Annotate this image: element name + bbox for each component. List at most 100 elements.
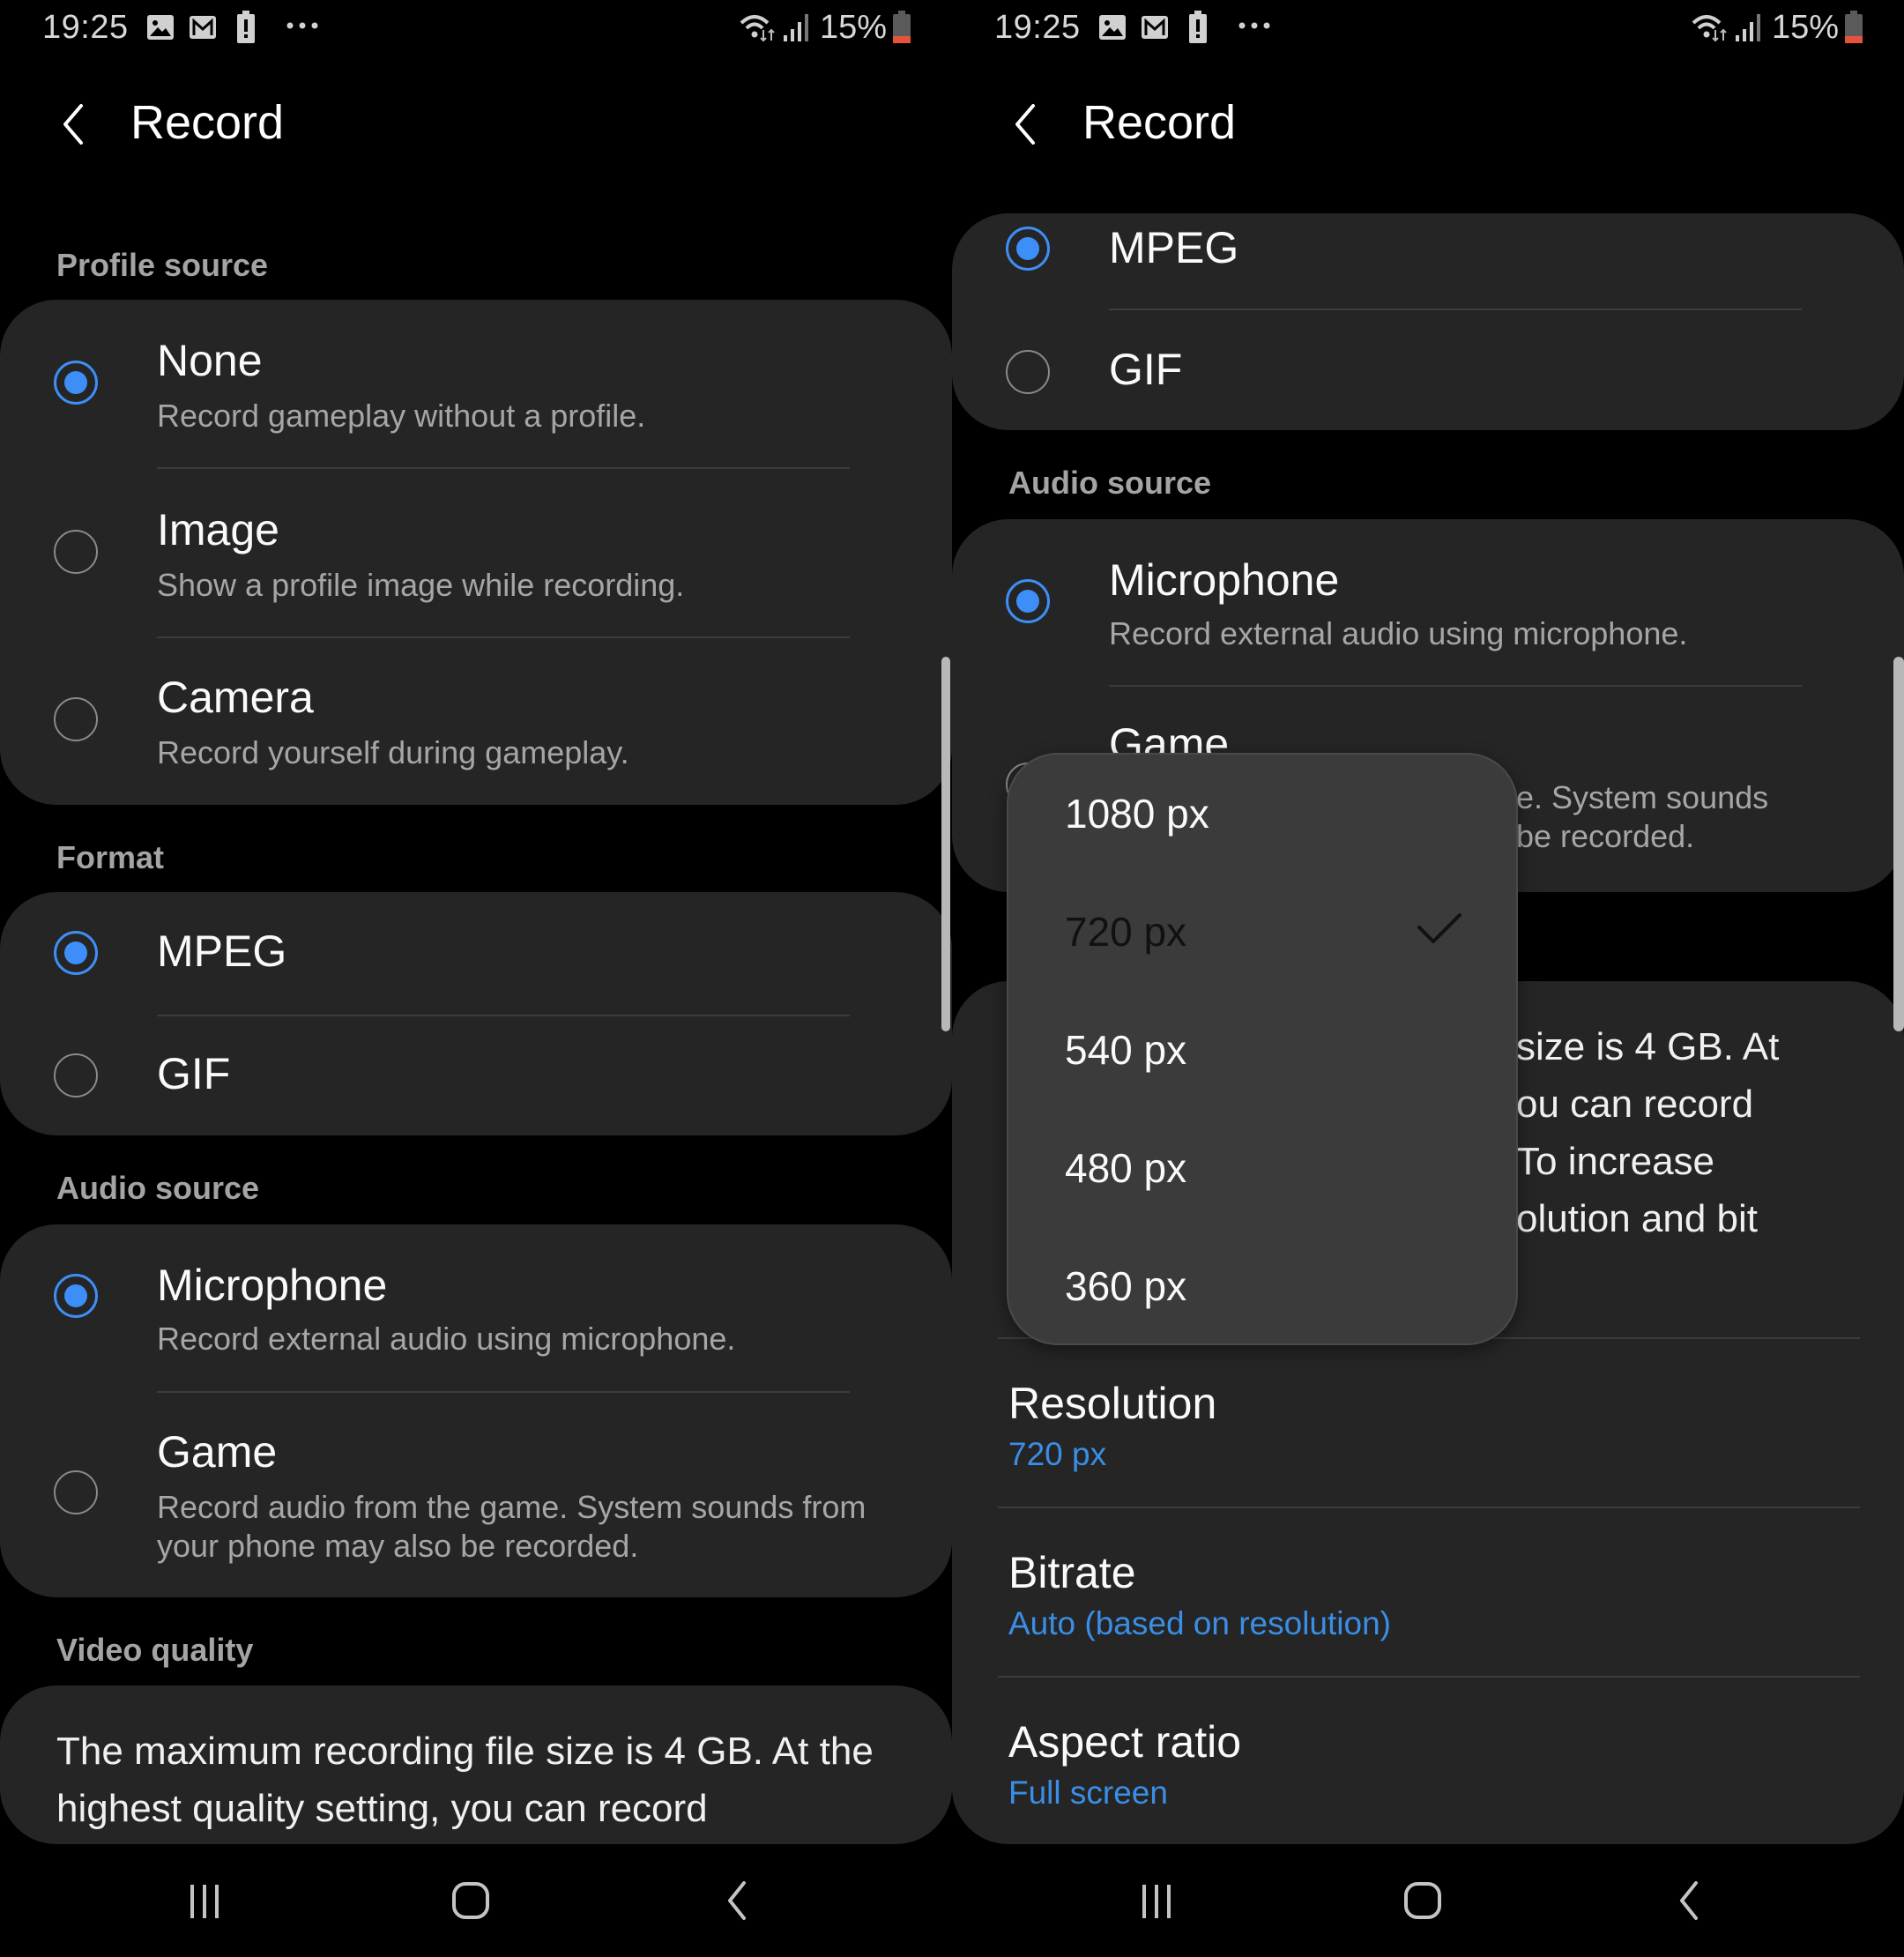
battery-percent: 15% [820, 9, 888, 46]
option-game[interactable]: Game Record audio from the game. System … [0, 1393, 952, 1597]
home-icon [1404, 1882, 1441, 1919]
wifi-icon [739, 12, 777, 42]
radio-camera[interactable] [54, 697, 98, 741]
option-description: Record audio from the game. System sound… [157, 1489, 866, 1564]
section-label-format: Format [56, 839, 165, 875]
home-button[interactable] [1387, 1879, 1458, 1932]
option-title: Camera [157, 673, 314, 722]
back-button[interactable] [55, 100, 93, 148]
dropdown-option-1080[interactable]: 1080 px [1008, 755, 1516, 873]
video-quality-info-fragment: size is 4 GB. At [1516, 1025, 1780, 1068]
left-screen: 19:25 15% Record Profile source None Rec… [0, 0, 952, 1957]
scrollbar[interactable] [941, 657, 950, 1031]
option-title: Microphone [1109, 555, 1340, 605]
recents-icon [190, 1885, 219, 1918]
right-screen: 19:25 15% Record MPEG GIF Audio source M… [952, 0, 1904, 1957]
status-bar: 19:25 15% [952, 0, 1904, 56]
home-icon [452, 1882, 489, 1919]
radio-image[interactable] [54, 530, 98, 574]
radio-microphone[interactable] [54, 1274, 98, 1318]
app-header: Record [952, 88, 1904, 159]
app-header: Record [0, 88, 952, 159]
option-gif[interactable]: GIF [0, 1016, 952, 1135]
more-notifications-icon [286, 21, 321, 48]
page-title: Record [1082, 96, 1237, 149]
option-description-fragment: e. System sounds [1516, 779, 1769, 815]
battery-icon [1844, 11, 1863, 43]
dropdown-option-label: 360 px [1065, 1263, 1187, 1309]
dropdown-option-360[interactable]: 360 px [1008, 1227, 1516, 1345]
scrollbar[interactable] [1893, 657, 1904, 1031]
option-microphone[interactable]: Microphone Record external audio using m… [0, 1224, 952, 1391]
option-description: Record gameplay without a profile. [157, 398, 646, 434]
battery-alert-icon [1188, 11, 1208, 43]
radio-gif[interactable] [54, 1053, 98, 1098]
dropdown-option-720[interactable]: 720 px [1008, 873, 1516, 991]
setting-value: Auto (based on resolution) [1008, 1605, 1391, 1641]
signal-icon [783, 12, 809, 41]
dropdown-option-540[interactable]: 540 px [1008, 991, 1516, 1109]
navigation-bar [0, 1860, 952, 1957]
radio-microphone[interactable] [1006, 579, 1050, 623]
gmail-icon [189, 14, 217, 41]
option-mpeg[interactable]: MPEG [952, 213, 1904, 309]
setting-aspect-ratio[interactable]: Aspect ratio Full screen [952, 1678, 1904, 1844]
option-title: GIF [157, 1049, 231, 1098]
chevron-left-icon [1015, 104, 1035, 145]
video-quality-card: The maximum recording file size is 4 GB.… [0, 1685, 952, 1844]
dropdown-option-label: 540 px [1065, 1027, 1187, 1073]
section-label-audio-source: Audio source [56, 1170, 260, 1206]
back-icon [728, 1881, 746, 1920]
option-microphone[interactable]: Microphone Record external audio using m… [952, 519, 1904, 685]
format-card: MPEG GIF [0, 892, 952, 1135]
radio-gif[interactable] [1006, 350, 1050, 394]
option-mpeg[interactable]: MPEG [0, 892, 952, 1015]
setting-value: 720 px [1008, 1436, 1107, 1472]
dropdown-option-label: 480 px [1065, 1145, 1187, 1191]
resolution-dropdown: 1080 px 720 px 540 px 480 px 360 px [1008, 755, 1516, 1343]
setting-title: Bitrate [1008, 1548, 1136, 1597]
option-title: MPEG [157, 926, 287, 976]
wifi-icon [1691, 12, 1729, 42]
audio-source-card: Microphone Record external audio using m… [0, 1224, 952, 1597]
back-nav-button[interactable] [703, 1879, 774, 1932]
video-quality-info-fragment: ou can record [1516, 1083, 1754, 1126]
video-quality-info-fragment: To increase [1516, 1140, 1715, 1183]
gallery-icon [1098, 14, 1127, 41]
radio-none[interactable] [54, 361, 98, 405]
recents-button[interactable] [1121, 1879, 1192, 1932]
status-time: 19:25 [42, 9, 129, 46]
radio-mpeg[interactable] [1006, 227, 1050, 271]
dropdown-option-label: 720 px [1065, 909, 1187, 955]
gmail-icon [1141, 14, 1169, 41]
setting-resolution[interactable]: Resolution 720 px [952, 1339, 1904, 1507]
status-time: 19:25 [994, 9, 1081, 46]
section-label-video-quality: Video quality [56, 1632, 254, 1668]
setting-bitrate[interactable]: Bitrate Auto (based on resolution) [952, 1508, 1904, 1676]
option-none[interactable]: None Record gameplay without a profile. [0, 300, 952, 467]
option-image[interactable]: Image Show a profile image while recordi… [0, 469, 952, 636]
option-title: None [157, 336, 263, 385]
setting-title: Aspect ratio [1008, 1717, 1242, 1767]
more-notifications-icon [1238, 21, 1273, 48]
back-icon [1680, 1881, 1698, 1920]
radio-game[interactable] [54, 1470, 98, 1514]
video-quality-info-fragment: olution and bit [1516, 1197, 1758, 1240]
option-gif[interactable]: GIF [952, 310, 1904, 430]
recents-icon [1142, 1885, 1171, 1918]
option-description: Record external audio using microphone. [157, 1321, 736, 1357]
dropdown-option-480[interactable]: 480 px [1008, 1109, 1516, 1227]
home-button[interactable] [435, 1879, 506, 1932]
option-title: Game [157, 1427, 278, 1477]
setting-title: Resolution [1008, 1379, 1217, 1428]
back-button[interactable] [1007, 100, 1045, 148]
recents-button[interactable] [169, 1879, 240, 1932]
option-camera[interactable]: Camera Record yourself during gameplay. [0, 638, 952, 805]
radio-mpeg[interactable] [54, 931, 98, 975]
gallery-icon [146, 14, 175, 41]
option-title: Image [157, 505, 279, 554]
video-quality-info: The maximum recording file size is 4 GB.… [56, 1730, 874, 1830]
back-nav-button[interactable] [1655, 1879, 1726, 1932]
section-label-profile-source: Profile source [56, 247, 269, 283]
chevron-left-icon [63, 104, 83, 145]
